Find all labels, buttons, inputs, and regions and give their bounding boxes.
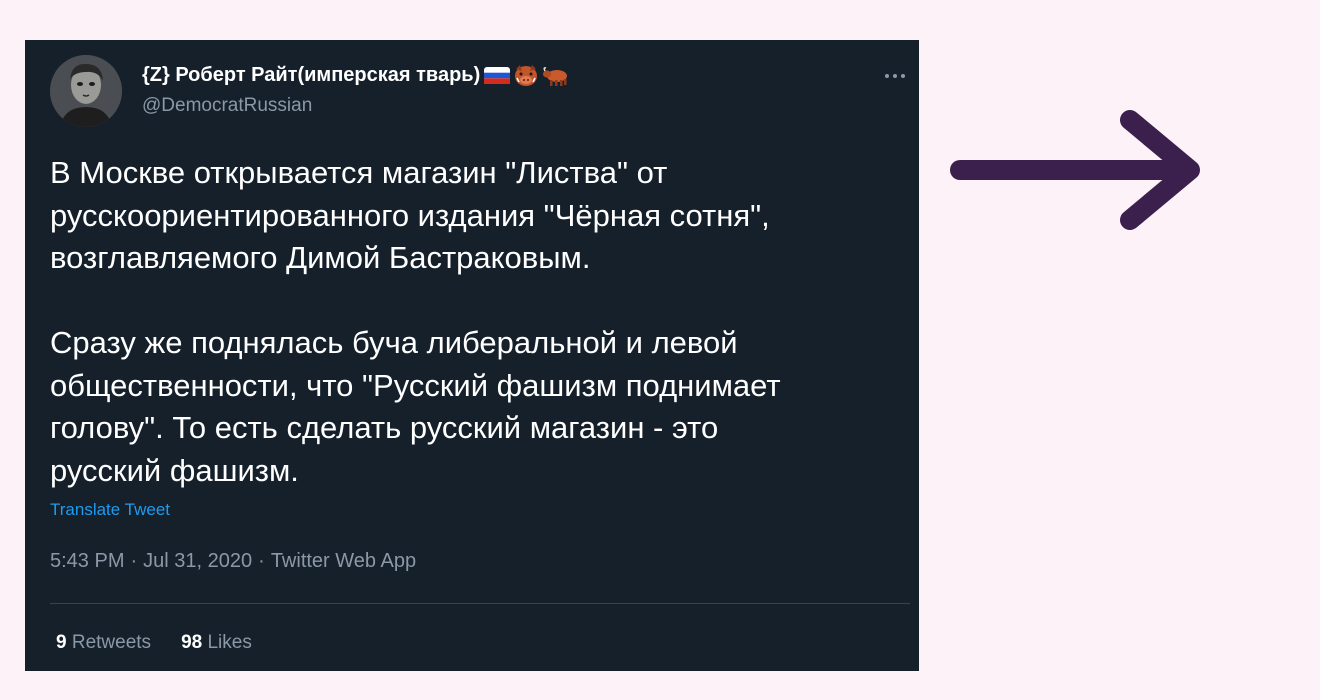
tweet-source[interactable]: Twitter Web App: [271, 550, 416, 573]
display-name-row[interactable]: {Z} Роберт Райт(имперская тварь): [142, 62, 570, 88]
dot: [885, 74, 889, 78]
dot: [901, 74, 905, 78]
tweet-meta: 5:43 PM · Jul 31, 2020 · Twitter Web App: [50, 550, 416, 573]
name-badges: [484, 63, 570, 87]
engagement-stats: 9 Retweets 98 Likes: [56, 632, 252, 654]
boar-icon: [515, 65, 538, 86]
divider: [50, 603, 910, 604]
translate-tweet-link[interactable]: Translate Tweet: [50, 500, 170, 520]
meta-separator: ·: [258, 550, 265, 572]
likes-count: 98: [181, 632, 203, 653]
right-arrow-icon: [950, 110, 1200, 230]
user-handle[interactable]: @DemocratRussian: [142, 94, 312, 118]
dot: [893, 74, 897, 78]
meta-separator: ·: [130, 550, 138, 572]
tweet-text: В Москве открывается магазин "Листва" от…: [50, 155, 781, 488]
retweets-stat[interactable]: 9 Retweets: [56, 632, 151, 654]
likes-label: Likes: [207, 632, 252, 653]
likes-stat[interactable]: 98 Likes: [181, 632, 252, 654]
avatar-portrait-icon: [50, 55, 122, 127]
tweet-date[interactable]: Jul 31, 2020: [143, 550, 252, 573]
avatar[interactable]: [50, 55, 122, 127]
retweets-count: 9: [56, 632, 67, 653]
ox-icon: [543, 67, 568, 86]
display-name[interactable]: {Z} Роберт Райт(имперская тварь): [142, 62, 480, 88]
more-options-icon[interactable]: [880, 66, 910, 86]
russia-flag-icon: [484, 66, 511, 84]
retweets-label: Retweets: [71, 632, 152, 653]
tweet-time[interactable]: 5:43 PM: [50, 550, 124, 573]
